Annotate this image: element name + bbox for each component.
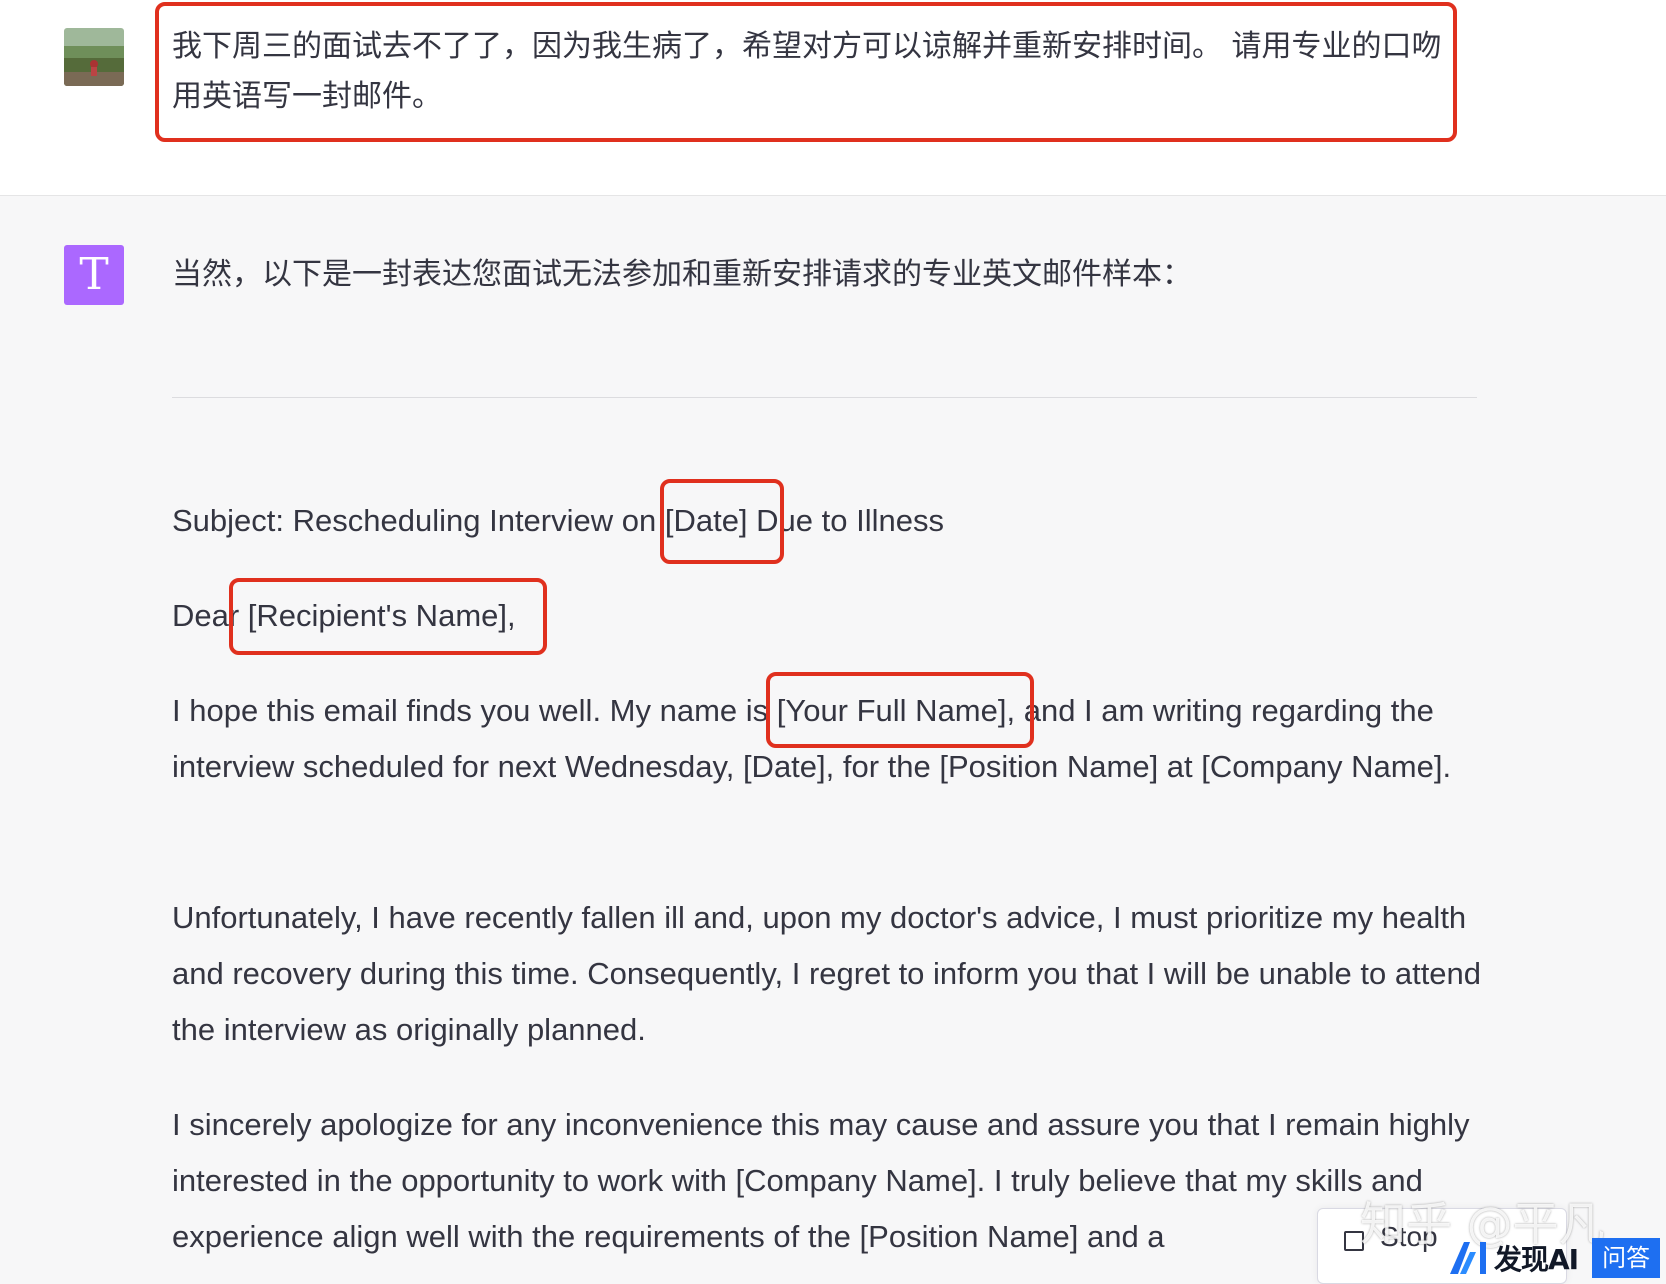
email-greeting: Dear [Recipient's Name], (172, 598, 516, 633)
email-paragraph-2: Unfortunately, I have recently fallen il… (172, 900, 1482, 1047)
assistant-intro-text: 当然，以下是一封表达您面试无法参加和重新安排请求的专业英文邮件样本： (172, 257, 1192, 292)
email-subject: Subject: Rescheduling Interview on [Date… (172, 503, 944, 538)
brand-name: 发现AI (1494, 1243, 1579, 1276)
email-paragraph-3: I sincerely apologize for any inconvenie… (172, 1107, 1470, 1254)
response-divider (172, 397, 1477, 398)
brand-badge: 发现AI 问答 (1448, 1236, 1661, 1280)
user-avatar (64, 28, 124, 86)
user-message-text: 我下周三的面试去不了了，因为我生病了，希望对方可以谅解并重新安排时间。 请用专业… (172, 29, 1442, 114)
assistant-avatar: T (64, 245, 124, 305)
brand-logo-icon (1450, 1242, 1486, 1274)
user-message-row: 我下周三的面试去不了了，因为我生病了，希望对方可以谅解并重新安排时间。 请用专业… (0, 0, 1666, 196)
email-paragraph-1: I hope this email finds you well. My nam… (172, 693, 1452, 784)
brand-tag: 问答 (1592, 1238, 1661, 1278)
user-avatar-photo (64, 28, 124, 86)
